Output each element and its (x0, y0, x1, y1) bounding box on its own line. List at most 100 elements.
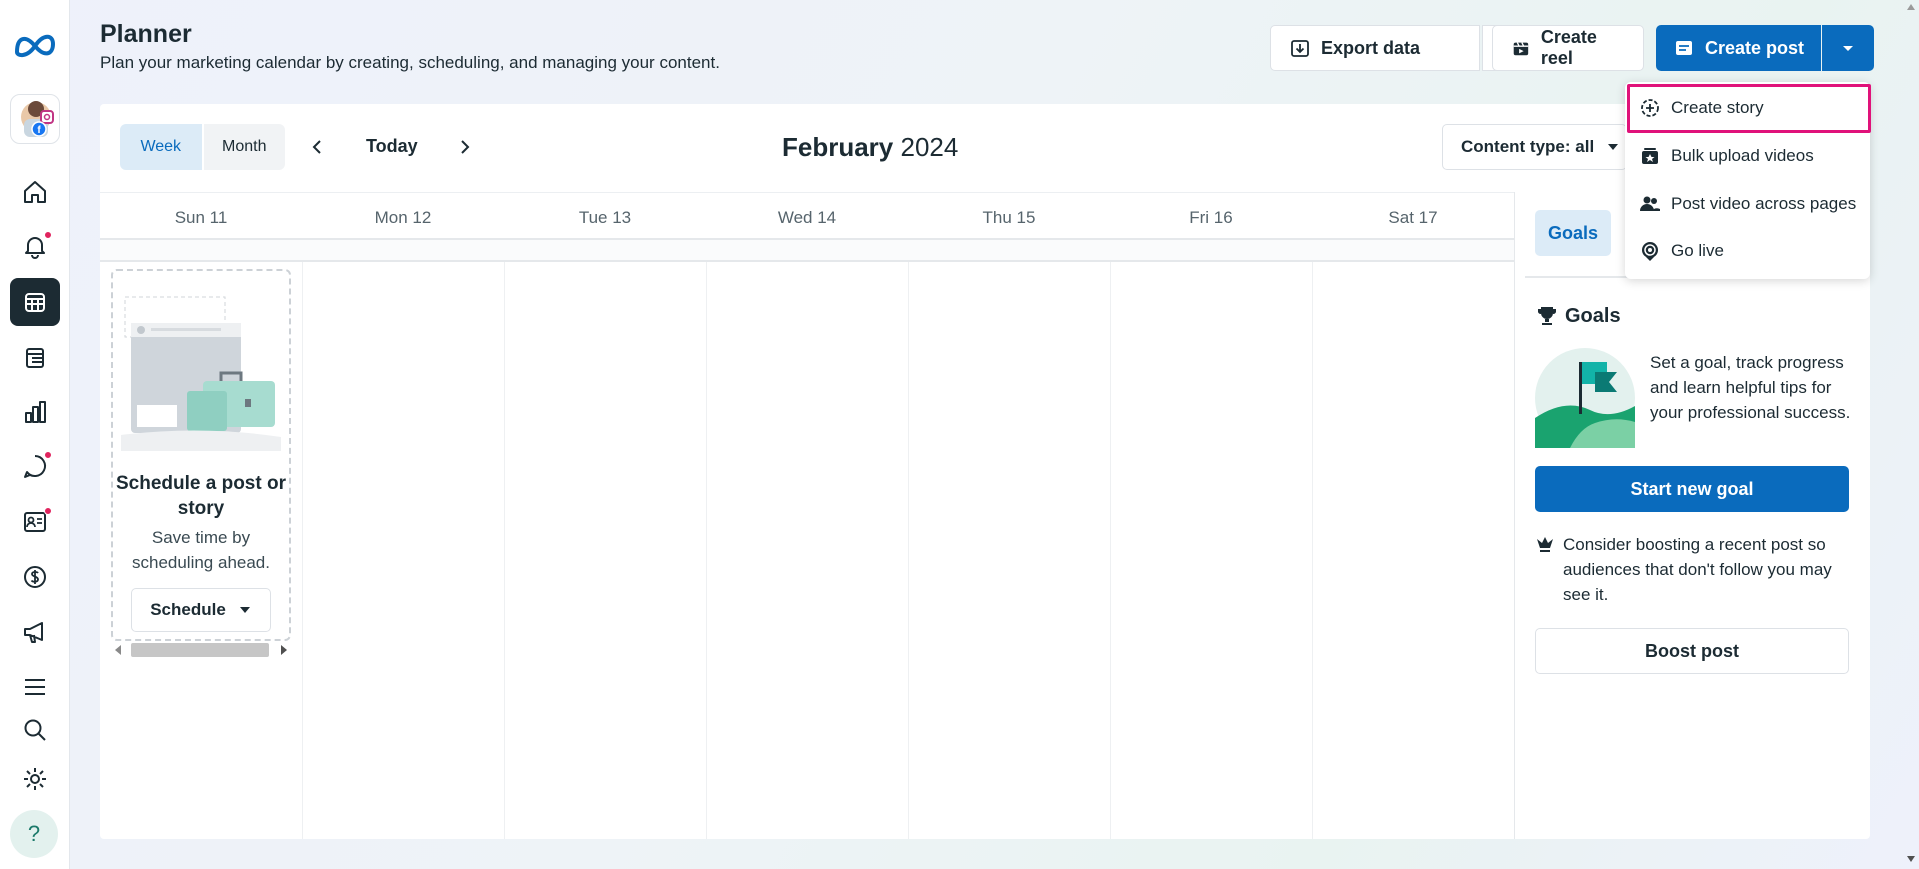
day-column-divider (504, 262, 505, 839)
people-icon (1640, 196, 1660, 211)
day-header: Thu 15 (982, 207, 1036, 227)
schedule-horizontal-scrollbar[interactable] (111, 641, 291, 659)
start-new-goal-button[interactable]: Start new goal (1535, 466, 1849, 512)
insights-icon (25, 401, 46, 423)
reel-icon (1513, 42, 1529, 56)
all-day-row (100, 238, 1514, 262)
menu-item-post-video-across-pages[interactable]: Post video across pages (1639, 193, 1856, 215)
trophy-icon (1538, 307, 1556, 325)
create-reel-label: Create reel (1540, 27, 1597, 68)
video-stack-icon (1642, 148, 1658, 164)
tab-goals[interactable]: Goals (1535, 210, 1611, 256)
ads-icon (24, 622, 43, 643)
schedule-button[interactable]: Schedule (131, 588, 271, 632)
goals-heading-label: Goals (1565, 304, 1621, 327)
menu-item-label: Bulk upload videos (1671, 146, 1814, 165)
goals-description: Set a goal, track progress and learn hel… (1650, 353, 1851, 422)
day-column-divider (908, 262, 909, 839)
current-month: February 2024 (782, 132, 958, 163)
nav-settings[interactable] (10, 755, 60, 803)
content-icon (26, 348, 44, 368)
crown-icon (1537, 537, 1553, 552)
nav-notifications[interactable] (10, 222, 60, 270)
month-year: 2024 (900, 132, 959, 162)
boost-suggestion-text: Consider boosting a recent post so audie… (1563, 535, 1832, 604)
account-avatar[interactable]: f (10, 94, 60, 144)
schedule-button-label: Schedule (150, 600, 226, 619)
menu-item-go-live[interactable]: Go live (1639, 240, 1724, 262)
week-view-button[interactable]: Week (120, 124, 204, 170)
scroll-down-icon[interactable] (1907, 856, 1915, 862)
account-avatar-icon: f (21, 101, 54, 137)
caret-down-icon (1608, 144, 1619, 150)
day-column-divider (1312, 262, 1313, 839)
nav-planner[interactable] (10, 278, 60, 326)
day-column-divider (1110, 262, 1111, 839)
notification-dot (44, 231, 52, 239)
day-header: Tue 13 (578, 207, 632, 227)
chevron-left-icon (312, 140, 321, 154)
scrollbar-thumb[interactable] (131, 643, 269, 657)
today-button[interactable]: Today (366, 136, 418, 157)
nav-ads[interactable] (10, 608, 60, 656)
export-icon (1291, 40, 1309, 57)
monetization-icon (24, 566, 46, 588)
page-vertical-scrollbar[interactable] (1903, 0, 1919, 869)
export-data-label: Export data (1321, 37, 1421, 58)
menu-icon (25, 679, 45, 695)
month-view-button[interactable]: Month (203, 124, 285, 170)
scroll-left-icon[interactable] (115, 645, 121, 655)
next-week-button[interactable] (449, 132, 479, 162)
scroll-up-icon[interactable] (1907, 4, 1915, 10)
search-icon (24, 719, 46, 741)
goals-heading: Goals (1535, 304, 1621, 328)
planner-panel: Week Month Today February 2024 Content t… (100, 104, 1870, 839)
nav-search[interactable] (10, 706, 60, 754)
meta-logo-icon[interactable] (13, 30, 57, 58)
nav-inbox[interactable] (10, 442, 60, 490)
nav-all-tools[interactable] (10, 663, 60, 711)
day-header: Sun 11 (174, 207, 228, 227)
settings-icon (24, 768, 46, 790)
scroll-right-icon[interactable] (281, 645, 287, 655)
create-story-highlight (1627, 84, 1871, 133)
create-post-label: Create post (1704, 37, 1805, 58)
export-data-button[interactable]: Export data (1270, 25, 1480, 71)
schedule-subtitle: Save time by scheduling ahead. (131, 528, 270, 572)
create-post-options-button[interactable] (1822, 25, 1874, 71)
menu-item-bulk-upload-videos[interactable]: Bulk upload videos (1639, 145, 1814, 167)
menu-item-label: Post video across pages (1671, 194, 1857, 213)
notification-dot (44, 451, 52, 459)
page-subtitle: Plan your marketing calendar by creating… (100, 53, 720, 72)
left-navigation-rail: f ? (0, 0, 70, 869)
live-icon (1642, 242, 1658, 261)
nav-home[interactable] (10, 168, 60, 216)
post-icon (1675, 41, 1692, 55)
caret-down-icon (239, 607, 250, 613)
month-name: February (782, 132, 894, 162)
content-type-filter[interactable]: Content type: all (1442, 124, 1627, 170)
help-icon: ? (27, 821, 41, 846)
nav-contacts[interactable] (10, 498, 60, 546)
create-reel-button[interactable]: Create reel (1492, 25, 1644, 71)
content-type-label: Content type: all (1461, 137, 1595, 156)
home-icon (24, 181, 46, 203)
create-post-button[interactable]: Create post (1656, 25, 1821, 71)
view-toggle: Week Month (120, 124, 285, 170)
help-button[interactable]: ? (10, 810, 58, 858)
previous-week-button[interactable] (303, 132, 333, 162)
nav-insights[interactable] (10, 388, 60, 436)
nav-content[interactable] (10, 334, 60, 382)
page-title: Planner (100, 20, 192, 48)
boost-post-button[interactable]: Boost post (1535, 628, 1849, 674)
day-header: Wed 14 (777, 207, 837, 227)
planner-icon (25, 293, 45, 312)
schedule-title: Schedule a post or story (116, 473, 286, 519)
nav-monetization[interactable] (10, 553, 60, 601)
week-day-header: Sun 11 Mon 12 Tue 13 Wed 14 Thu 15 Fri 1… (100, 192, 1514, 242)
caret-down-icon (1843, 46, 1853, 51)
chevron-right-icon (461, 140, 470, 154)
schedule-illustration (121, 296, 281, 451)
menu-item-label: Go live (1671, 241, 1724, 260)
day-column-divider (302, 262, 303, 839)
